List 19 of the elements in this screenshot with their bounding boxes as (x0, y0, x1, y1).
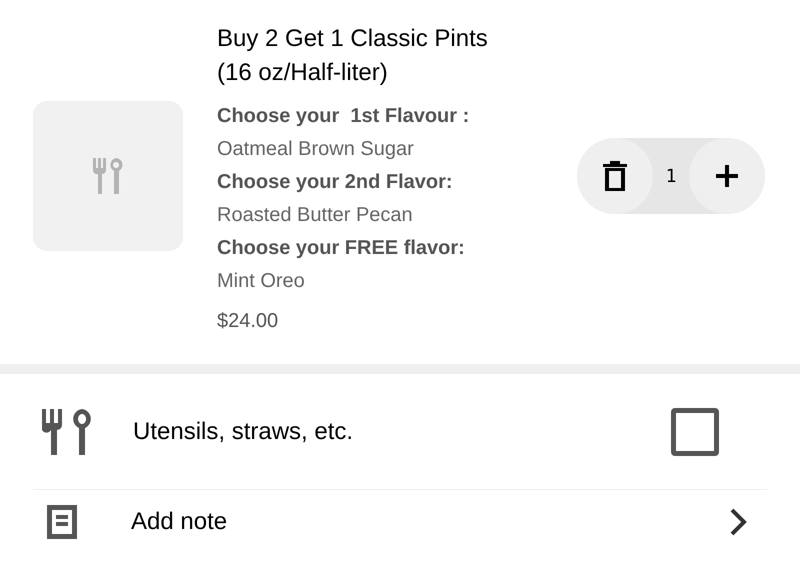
option-label: Choose your 2nd Flavor: (217, 170, 454, 195)
add-note-label: Add note (131, 507, 228, 537)
checkbox[interactable] (671, 408, 719, 456)
option-value: Mint Oreo (217, 269, 306, 294)
option-label: Choose your FREE flavor: (217, 236, 466, 261)
chevron-right-icon (729, 508, 747, 536)
option-value: Roasted Butter Pecan (217, 203, 414, 228)
item-price: $24.00 (217, 309, 280, 334)
utensils-icon (92, 158, 124, 194)
utensils-icon (42, 408, 92, 454)
trash-icon (603, 161, 627, 191)
add-note-row[interactable]: Add note (33, 490, 767, 550)
utensils-label: Utensils, straws, etc. (133, 416, 354, 446)
note-icon (47, 505, 77, 539)
item-title: Buy 2 Get 1 Classic Pints (16 oz/Half-liter) (217, 24, 489, 88)
plus-icon (716, 165, 738, 187)
quantity-value: 1 (664, 164, 678, 188)
option-label: Choose your 1st Flavour : (217, 104, 470, 129)
option-value: Oatmeal Brown Sugar (217, 137, 415, 162)
